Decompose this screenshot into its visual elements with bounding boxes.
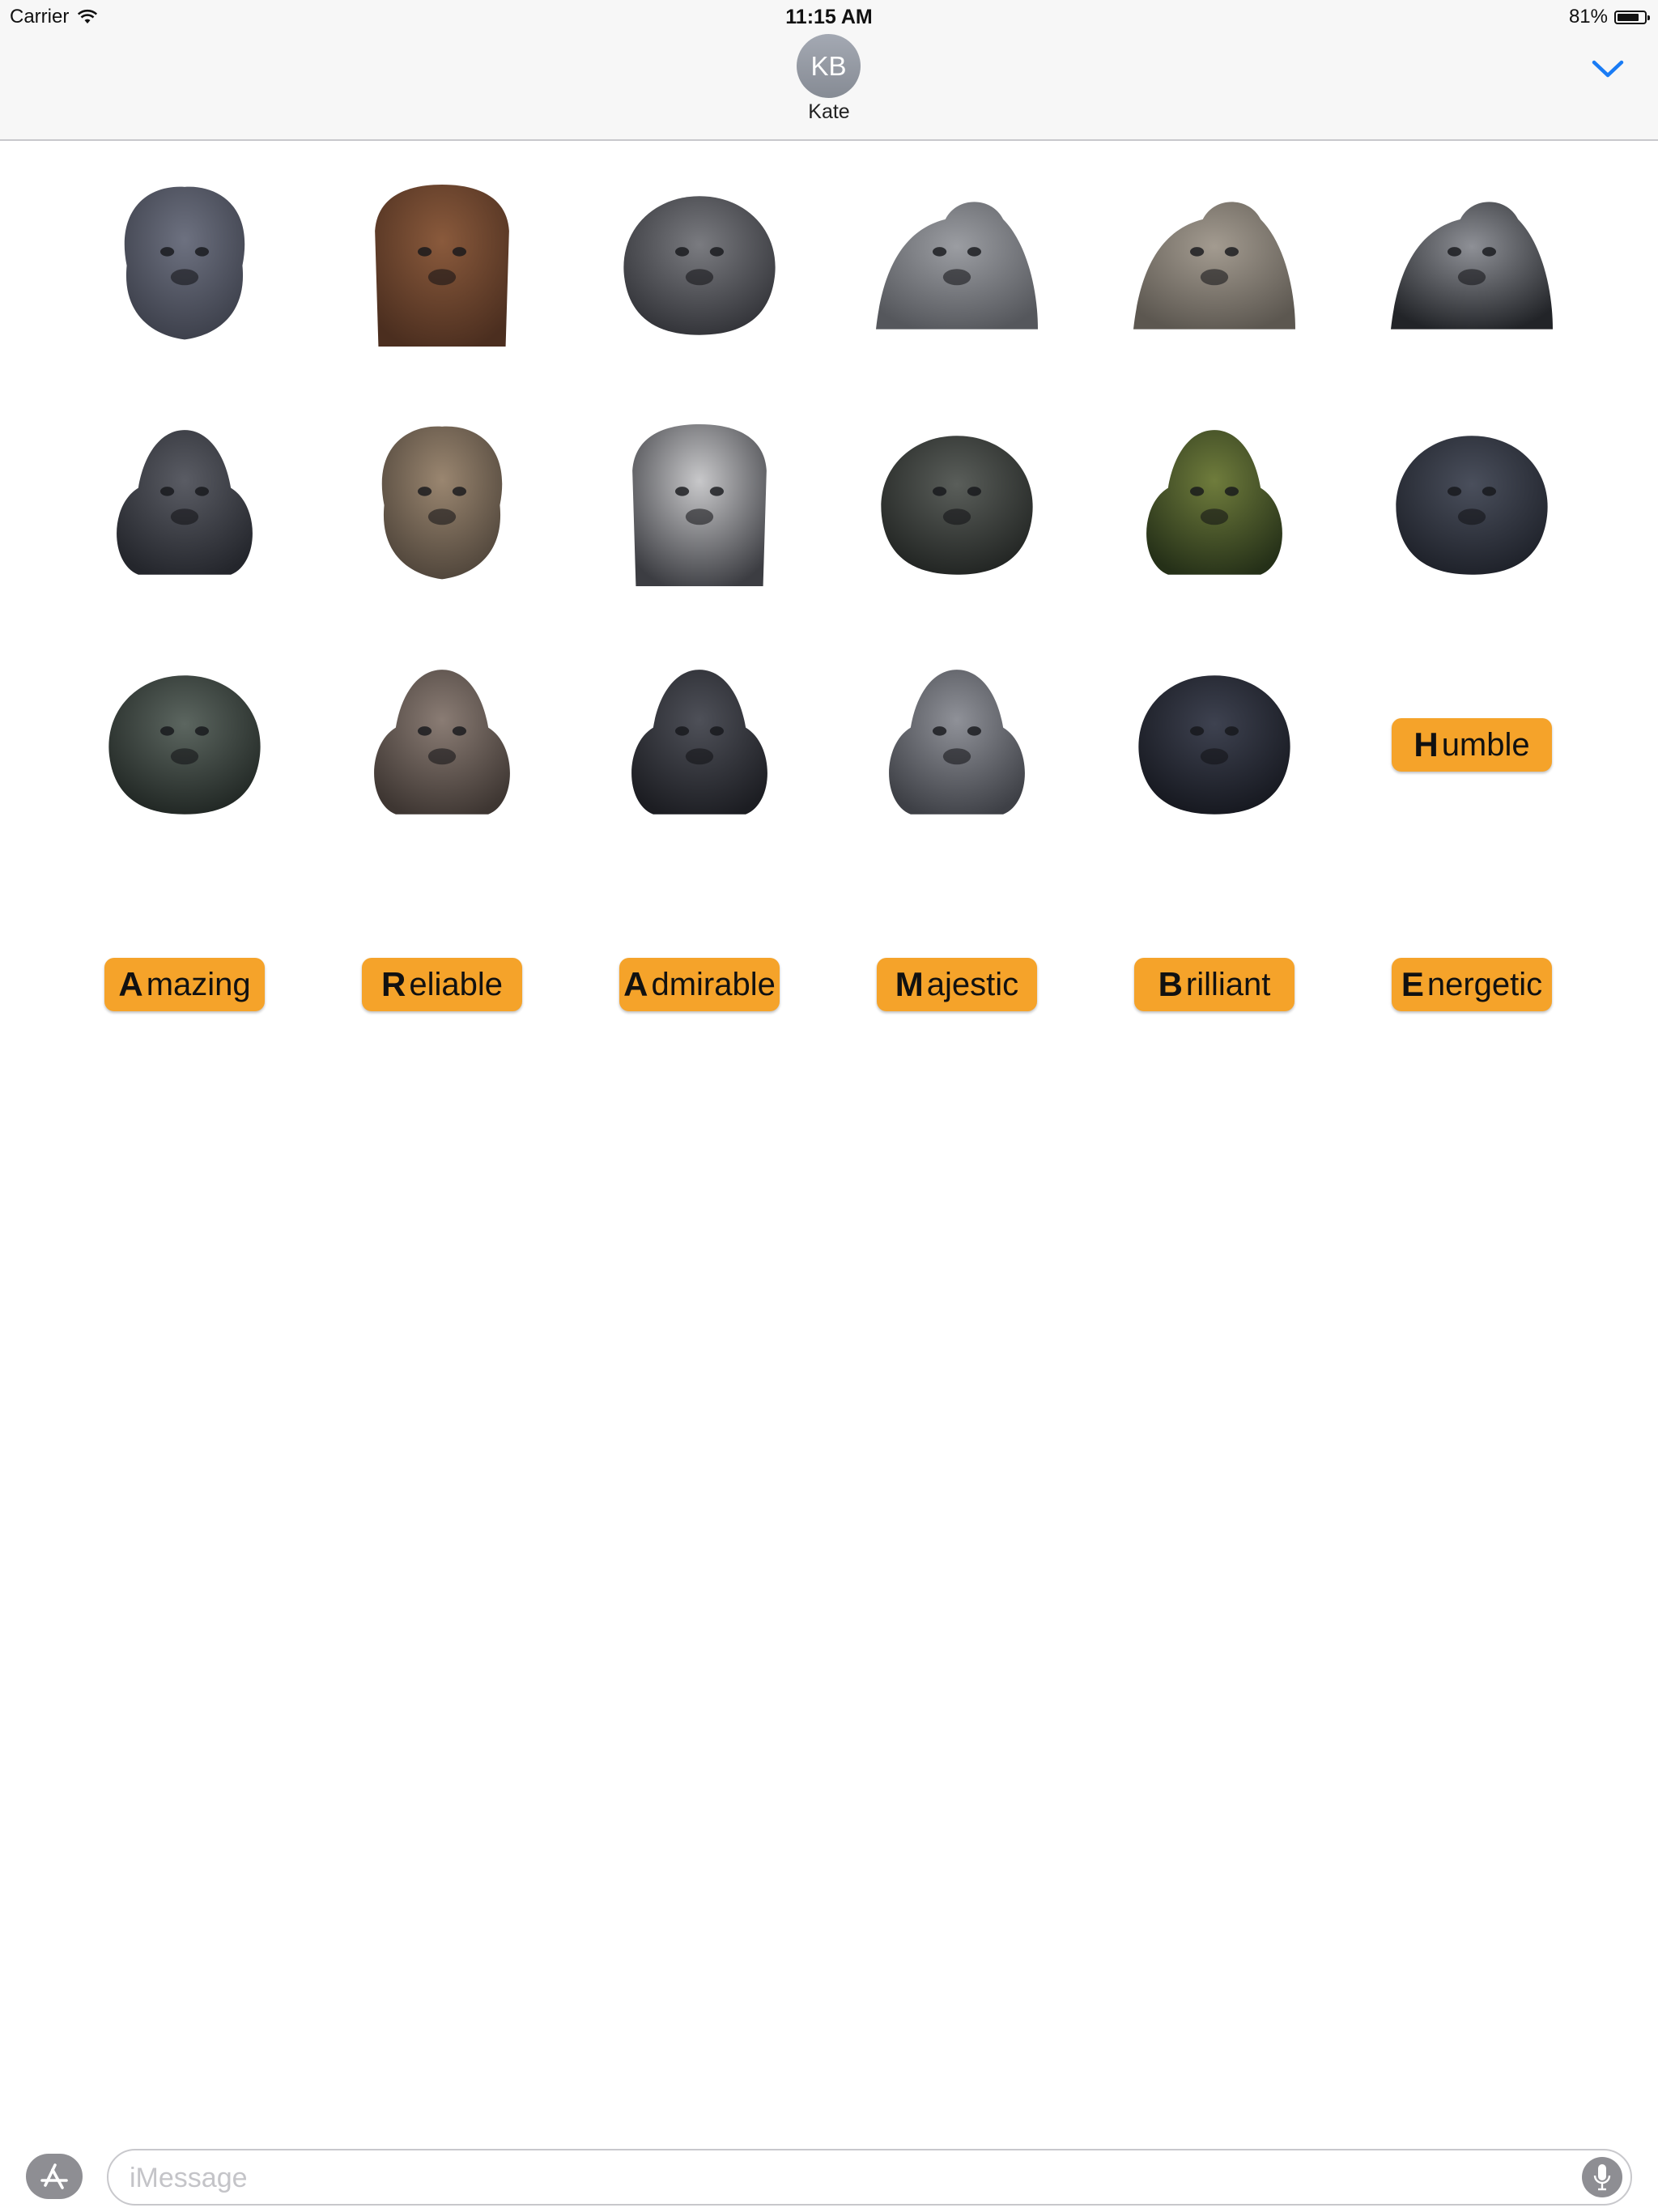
- badge-first-letter: R: [381, 965, 406, 1003]
- badge-first-letter: M: [895, 965, 924, 1003]
- sticker-gorilla-lying-back[interactable]: [828, 146, 1086, 385]
- word-badge: Amazing: [104, 958, 265, 1011]
- sticker-gorilla-lounging[interactable]: [56, 625, 313, 865]
- battery-percent: 81%: [1568, 6, 1608, 28]
- word-badge: Energetic: [1392, 958, 1552, 1011]
- sticker-badge-admirable[interactable]: Admirable: [571, 865, 828, 1104]
- status-right: 81%: [1568, 3, 1650, 31]
- badge-first-letter: A: [623, 965, 648, 1003]
- battery-icon: [1614, 10, 1650, 24]
- app-store-button[interactable]: [26, 2154, 83, 2199]
- word-badge: Humble: [1392, 718, 1552, 772]
- conversation-header: Carrier 11:15 AM 81% KB Kate: [0, 0, 1658, 141]
- sticker-gorilla-resting-chin[interactable]: [1086, 625, 1343, 865]
- sticker-gorilla-young-sitting[interactable]: [313, 625, 571, 865]
- sticker-badge-energetic[interactable]: Energetic: [1343, 865, 1601, 1104]
- word-badge: Majestic: [877, 958, 1037, 1011]
- sticker-gorilla-standing-side[interactable]: [571, 385, 828, 625]
- word-badge: Admirable: [619, 958, 780, 1011]
- word-badge: Brilliant: [1134, 958, 1295, 1011]
- gorilla-face-brown-icon: [375, 185, 509, 347]
- badge-first-letter: H: [1414, 725, 1439, 764]
- sticker-gorilla-seated-grey[interactable]: [828, 625, 1086, 865]
- gorilla-standing-side-icon: [632, 424, 767, 586]
- gorilla-face-tilted-icon: [381, 426, 503, 580]
- sticker-gorilla-eating-green[interactable]: [1086, 385, 1343, 625]
- sticker-badge-brilliant[interactable]: Brilliant: [1086, 865, 1343, 1104]
- microphone-button[interactable]: [1582, 2157, 1622, 2197]
- sticker-badge-majestic[interactable]: Majestic: [828, 865, 1086, 1104]
- contact-name[interactable]: Kate: [0, 100, 1658, 124]
- gorilla-seated-grey-icon: [889, 670, 1025, 815]
- contact-avatar[interactable]: KB: [797, 34, 861, 98]
- gorilla-lounging-icon: [108, 675, 261, 815]
- gorilla-resting-chin-icon: [1138, 675, 1290, 815]
- battery-tip: [1647, 15, 1650, 20]
- badge-first-letter: A: [118, 965, 143, 1003]
- collapse-button[interactable]: [1590, 53, 1626, 84]
- message-input[interactable]: [128, 2150, 1556, 2206]
- gorilla-roaring-icon: [881, 436, 1033, 575]
- battery-level-fill: [1618, 13, 1639, 21]
- sticker-gorilla-head-profile[interactable]: [571, 146, 828, 385]
- gorilla-sitting-icon: [117, 430, 253, 575]
- gorilla-head-profile-icon: [623, 196, 776, 335]
- sticker-gorilla-face-front[interactable]: [56, 146, 313, 385]
- sticker-gorilla-seated-dark[interactable]: [571, 625, 828, 865]
- sticker-gorilla-crouching[interactable]: [1086, 146, 1343, 385]
- gorilla-young-sitting-icon: [374, 670, 510, 815]
- sticker-badge-reliable[interactable]: Reliable: [313, 865, 571, 1104]
- word-badge: Reliable: [362, 958, 522, 1011]
- badge-rest: eliable: [409, 966, 503, 1002]
- status-time: 11:15 AM: [785, 6, 873, 28]
- gorilla-eating-green-icon: [1146, 430, 1282, 575]
- gorilla-walking-silverback-icon: [1391, 202, 1553, 330]
- gorilla-crouching-icon: [1133, 202, 1295, 330]
- gorilla-face-front-icon: [124, 186, 245, 340]
- gorilla-lying-back-icon: [876, 202, 1038, 330]
- chevron-down-icon: [1592, 60, 1624, 78]
- sticker-gorilla-roaring[interactable]: [828, 385, 1086, 625]
- badge-first-letter: B: [1158, 965, 1183, 1003]
- gorilla-seated-dark-icon: [631, 670, 767, 815]
- badge-rest: umble: [1441, 726, 1530, 763]
- gorilla-thinking-icon: [1396, 436, 1548, 575]
- sticker-gorilla-walking-silverback[interactable]: [1343, 146, 1601, 385]
- sticker-gorilla-sitting[interactable]: [56, 385, 313, 625]
- badge-rest: ajestic: [926, 966, 1019, 1002]
- badge-first-letter: E: [1401, 965, 1424, 1003]
- badge-rest: rilliant: [1185, 966, 1271, 1002]
- badge-rest: mazing: [146, 966, 251, 1002]
- badge-rest: dmirable: [651, 966, 776, 1002]
- sticker-gorilla-face-tilted[interactable]: [313, 385, 571, 625]
- sticker-gorilla-face-brown[interactable]: [313, 146, 571, 385]
- sticker-badge-humble[interactable]: Humble: [1343, 625, 1601, 865]
- sticker-badge-amazing[interactable]: Amazing: [56, 865, 313, 1104]
- message-input-box[interactable]: [107, 2149, 1632, 2206]
- app-store-icon: [40, 2163, 68, 2189]
- sticker-gorilla-thinking[interactable]: [1343, 385, 1601, 625]
- badge-rest: nergetic: [1426, 966, 1543, 1002]
- microphone-icon: [1593, 2164, 1611, 2191]
